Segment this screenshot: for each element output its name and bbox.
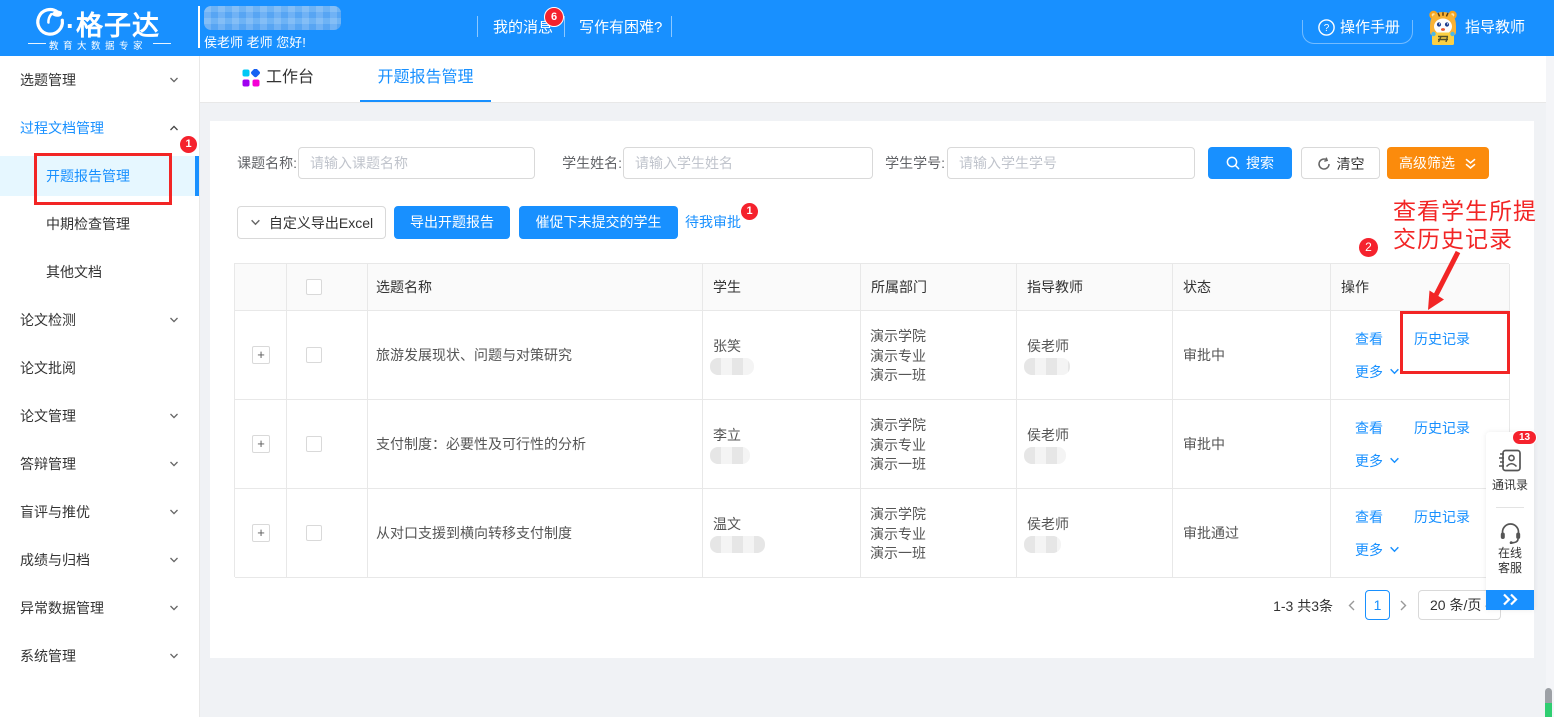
svg-text:?: ? xyxy=(1324,23,1330,34)
